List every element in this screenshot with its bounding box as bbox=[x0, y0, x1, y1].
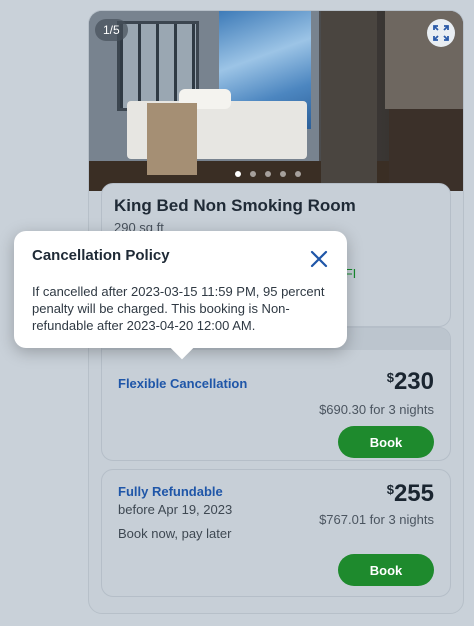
carousel-dot[interactable] bbox=[235, 171, 241, 177]
book-button[interactable]: Book bbox=[338, 426, 434, 458]
popover-text: If cancelled after 2023-03-15 11:59 PM, … bbox=[32, 284, 325, 333]
rate-price: $255 bbox=[386, 480, 434, 507]
close-button[interactable] bbox=[307, 247, 331, 271]
popover-title: Cancellation Policy bbox=[32, 247, 170, 264]
close-icon bbox=[310, 250, 328, 268]
carousel-dot[interactable] bbox=[280, 171, 286, 177]
book-button[interactable]: Book bbox=[338, 554, 434, 586]
rate-name[interactable]: Flexible Cancellation bbox=[118, 376, 247, 391]
rate-total: $767.01 for 3 nights bbox=[319, 512, 434, 527]
cancellation-policy-popover: Cancellation Policy If cancelled after 2… bbox=[14, 231, 347, 348]
expand-icon bbox=[433, 25, 449, 41]
rate-total: $690.30 for 3 nights bbox=[319, 402, 434, 417]
rate-price: $230 bbox=[386, 368, 434, 395]
rate-name[interactable]: Fully Refundable bbox=[118, 484, 223, 499]
carousel-dot[interactable] bbox=[295, 171, 301, 177]
carousel-dots bbox=[235, 171, 301, 177]
refund-deadline: before Apr 19, 2023 bbox=[118, 502, 233, 517]
expand-button[interactable] bbox=[427, 19, 455, 47]
carousel-dot[interactable] bbox=[250, 171, 256, 177]
room-photo[interactable]: 1/5 bbox=[89, 11, 463, 191]
room-title: King Bed Non Smoking Room bbox=[114, 196, 356, 215]
pay-later-note: Book now, pay later bbox=[118, 526, 232, 541]
rate-card-refundable: Fully Refundable before Apr 19, 2023 Boo… bbox=[101, 469, 451, 597]
carousel-dot[interactable] bbox=[265, 171, 271, 177]
photo-counter: 1/5 bbox=[95, 19, 128, 41]
